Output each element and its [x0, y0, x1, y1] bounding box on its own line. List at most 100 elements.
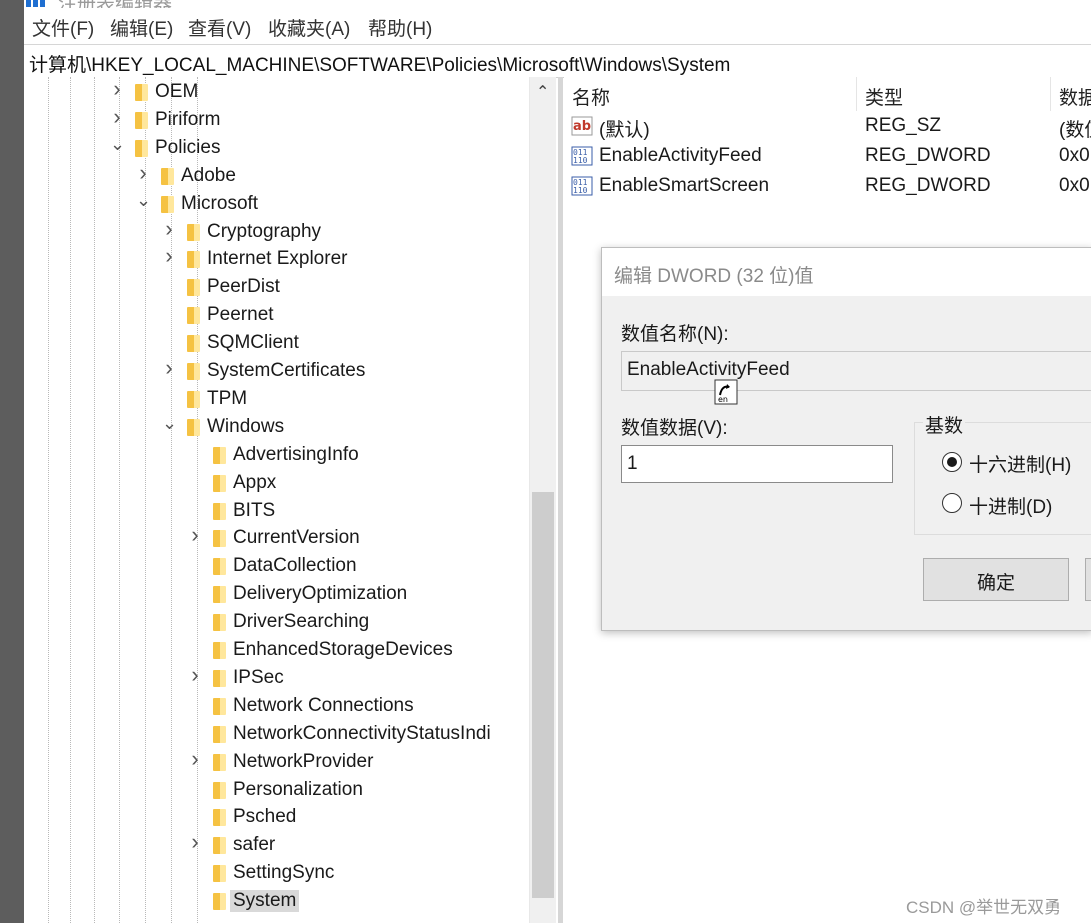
chevron-right-icon[interactable]: ›	[110, 78, 124, 100]
tree-node-label: Personalization	[233, 778, 363, 800]
decimal-radio[interactable]	[942, 493, 962, 513]
chevron-down-icon[interactable]: ⌄	[110, 135, 125, 153]
ok-button[interactable]: 确定	[923, 558, 1069, 601]
tree-node-label: SettingSync	[233, 862, 335, 884]
tree-node-label: AdvertisingInfo	[233, 443, 359, 465]
tree-node[interactable]: Psched	[24, 804, 529, 832]
tree-node-label: Network Connections	[233, 694, 414, 716]
tree-node[interactable]: ⌄ Windows	[24, 414, 529, 442]
tree-node[interactable]: ⌄ Policies	[24, 135, 529, 163]
scrollbar-thumb[interactable]	[532, 492, 554, 898]
tree-node[interactable]: › NetworkProvider	[24, 747, 529, 777]
value-data-input[interactable]: 1	[621, 445, 893, 483]
hex-radio-label[interactable]: 十六进制(H)	[969, 450, 1071, 477]
tree-node[interactable]: Personalization	[24, 777, 529, 805]
tree-node[interactable]: AdvertisingInfo	[24, 442, 529, 470]
chevron-right-icon[interactable]: ›	[188, 663, 202, 685]
tree-node-label: Psched	[233, 806, 297, 828]
chevron-right-icon[interactable]: ›	[136, 161, 150, 183]
svg-text:110: 110	[573, 156, 588, 165]
chevron-right-icon[interactable]: ›	[162, 357, 176, 379]
hex-radio[interactable]	[942, 452, 962, 472]
tree-node[interactable]: › OEM	[24, 78, 529, 107]
column-header-data[interactable]: 数据	[1059, 83, 1091, 110]
title-bar: 注册表编辑器	[24, 0, 1091, 8]
tree-node[interactable]: SQMClient	[24, 330, 529, 358]
chevron-right-icon[interactable]: ›	[188, 747, 202, 769]
folder-icon	[213, 530, 226, 548]
chevron-down-icon[interactable]: ⌄	[162, 414, 177, 432]
chevron-right-icon[interactable]: ›	[188, 524, 202, 546]
dialog-title-bar[interactable]: 编辑 DWORD (32 位)值	[602, 248, 1091, 296]
tree-node[interactable]: › Cryptography	[24, 217, 529, 247]
tree-node[interactable]: › Piriform	[24, 105, 529, 135]
tree-node[interactable]: NetworkConnectivityStatusIndi	[24, 721, 529, 749]
tree-node[interactable]: EnhancedStorageDevices	[24, 637, 529, 665]
chevron-right-icon[interactable]: ›	[110, 105, 124, 127]
menu-view[interactable]: 查看(V)	[188, 14, 251, 41]
menu-help[interactable]: 帮助(H)	[368, 14, 432, 41]
chevron-up-icon[interactable]: ⌃	[536, 82, 549, 102]
tree-node[interactable]: PeerDist	[24, 274, 529, 302]
chevron-right-icon[interactable]: ›	[162, 217, 176, 239]
address-bar[interactable]: 计算机\HKEY_LOCAL_MACHINE\SOFTWARE\Policies…	[24, 44, 1091, 78]
tree-node[interactable]: DataCollection	[24, 553, 529, 581]
tree-node[interactable]: TPM	[24, 386, 529, 414]
value-data: 0x0	[1059, 145, 1090, 166]
value-name: (默认)	[599, 120, 650, 141]
folder-icon	[135, 139, 148, 157]
tree-node-label: TPM	[207, 387, 248, 409]
value-data: (数值	[1059, 120, 1091, 141]
folder-icon	[187, 223, 200, 241]
ok-button-label: 确定	[976, 573, 1015, 594]
tree-node[interactable]: › safer	[24, 831, 529, 860]
tree-node-label: DeliveryOptimization	[233, 583, 408, 605]
string-value-icon: ab	[571, 116, 593, 136]
tree-node[interactable]: › CurrentVersion	[24, 524, 529, 553]
tree-node[interactable]: DeliveryOptimization	[24, 581, 529, 609]
tree-node[interactable]: Appx	[24, 470, 529, 498]
column-header-name[interactable]: 名称	[572, 83, 610, 110]
tree-scrollbar[interactable]: ⌃	[529, 77, 556, 923]
menu-file[interactable]: 文件(F)	[32, 14, 94, 41]
tree-node[interactable]: SettingSync	[24, 860, 529, 888]
tree-node[interactable]: › IPSec	[24, 663, 529, 693]
tree-node-label: safer	[233, 834, 276, 856]
tree-node[interactable]: System	[24, 888, 529, 916]
tree-node[interactable]: › Internet Explorer	[24, 245, 529, 274]
folder-icon	[161, 167, 174, 185]
folder-icon	[135, 84, 148, 101]
chevron-down-icon[interactable]: ⌄	[136, 191, 151, 209]
folder-icon	[213, 446, 226, 464]
folder-icon	[213, 474, 226, 492]
value-data-text: 1	[627, 453, 638, 474]
tree-node[interactable]: Peernet	[24, 302, 529, 330]
key-tree-pane: › OEM › Piriform ⌄ Policies › Adobe ⌄ Microsoft › C…	[24, 77, 556, 923]
folder-icon	[213, 865, 226, 883]
tree-node[interactable]: › Adobe	[24, 161, 529, 191]
tree-node-label: DataCollection	[233, 555, 357, 577]
address-path[interactable]: 计算机\HKEY_LOCAL_MACHINE\SOFTWARE\Policies…	[29, 50, 730, 77]
value-row-enableactivityfeed[interactable]: 011 110 EnableActivityFeed REG_DWORD 0x0	[564, 141, 1091, 171]
value-row-enablesmartscreen[interactable]: 011 110 EnableSmartScreen REG_DWORD 0x0	[564, 171, 1091, 201]
decimal-radio-label[interactable]: 十进制(D)	[969, 492, 1052, 519]
tree-node-label: Piriform	[155, 108, 221, 130]
column-separator[interactable]	[856, 77, 857, 111]
tree-node[interactable]: BITS	[24, 498, 529, 526]
dword-value-icon: 011 110	[571, 176, 593, 196]
menu-favorites[interactable]: 收藏夹(A)	[268, 14, 350, 41]
folder-icon	[135, 111, 148, 129]
value-row-default[interactable]: ab (默认) REG_SZ (数值	[564, 111, 1091, 141]
pane-splitter[interactable]	[558, 77, 563, 923]
menu-edit[interactable]: 编辑(E)	[110, 14, 173, 41]
tree-node[interactable]: › SystemCertificates	[24, 357, 529, 386]
tree-node[interactable]: DriverSearching	[24, 609, 529, 637]
tree-node[interactable]: Network Connections	[24, 693, 529, 721]
cancel-button[interactable]	[1085, 558, 1091, 601]
chevron-right-icon[interactable]: ›	[162, 245, 176, 267]
tree-node[interactable]: ⌄ Microsoft	[24, 191, 529, 219]
tree-node-label: IPSec	[233, 666, 284, 688]
column-separator[interactable]	[1050, 77, 1051, 111]
column-header-type[interactable]: 类型	[865, 83, 903, 110]
chevron-right-icon[interactable]: ›	[188, 831, 202, 853]
